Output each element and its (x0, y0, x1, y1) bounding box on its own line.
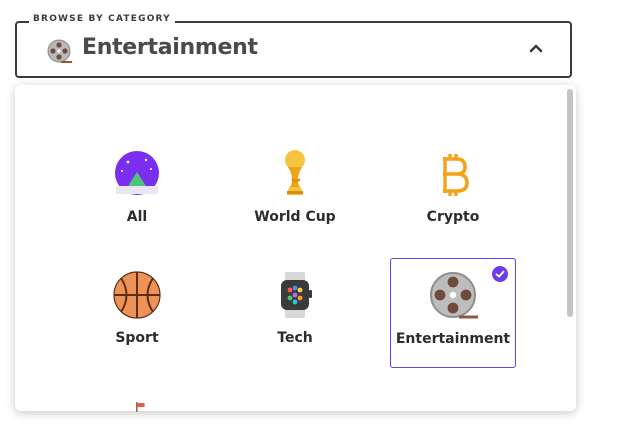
smartwatch-icon (281, 272, 312, 318)
chevron-up-icon[interactable] (528, 42, 544, 54)
category-label: Entertainment (395, 331, 511, 347)
checkmark-icon (492, 266, 508, 282)
category-legend: BROWSE BY CATEGORY (29, 14, 175, 24)
category-label: Sport (115, 330, 159, 346)
category-tile-world-cup[interactable]: World Cup (232, 137, 358, 247)
flag-icon (136, 402, 145, 412)
basketball-icon (113, 271, 161, 319)
category-tile-sport[interactable]: Sport (74, 258, 200, 368)
category-tile-crypto[interactable]: Crypto (390, 137, 516, 247)
category-label: All (126, 209, 148, 225)
category-tile-entertainment[interactable]: Entertainment (390, 258, 516, 368)
bitcoin-icon (443, 154, 469, 196)
category-tile-tech[interactable]: Tech (232, 258, 358, 368)
category-label: Crypto (426, 209, 480, 225)
category-label: Tech (277, 330, 313, 346)
trophy-icon (285, 150, 305, 195)
category-label: World Cup (254, 209, 336, 225)
film-reel-icon (430, 272, 478, 319)
globe-icon (115, 151, 159, 195)
scrollbar[interactable] (567, 89, 573, 317)
category-tile-all[interactable]: All (74, 137, 200, 247)
selected-category-label: Entertainment (82, 35, 258, 60)
film-reel-icon (47, 39, 72, 63)
